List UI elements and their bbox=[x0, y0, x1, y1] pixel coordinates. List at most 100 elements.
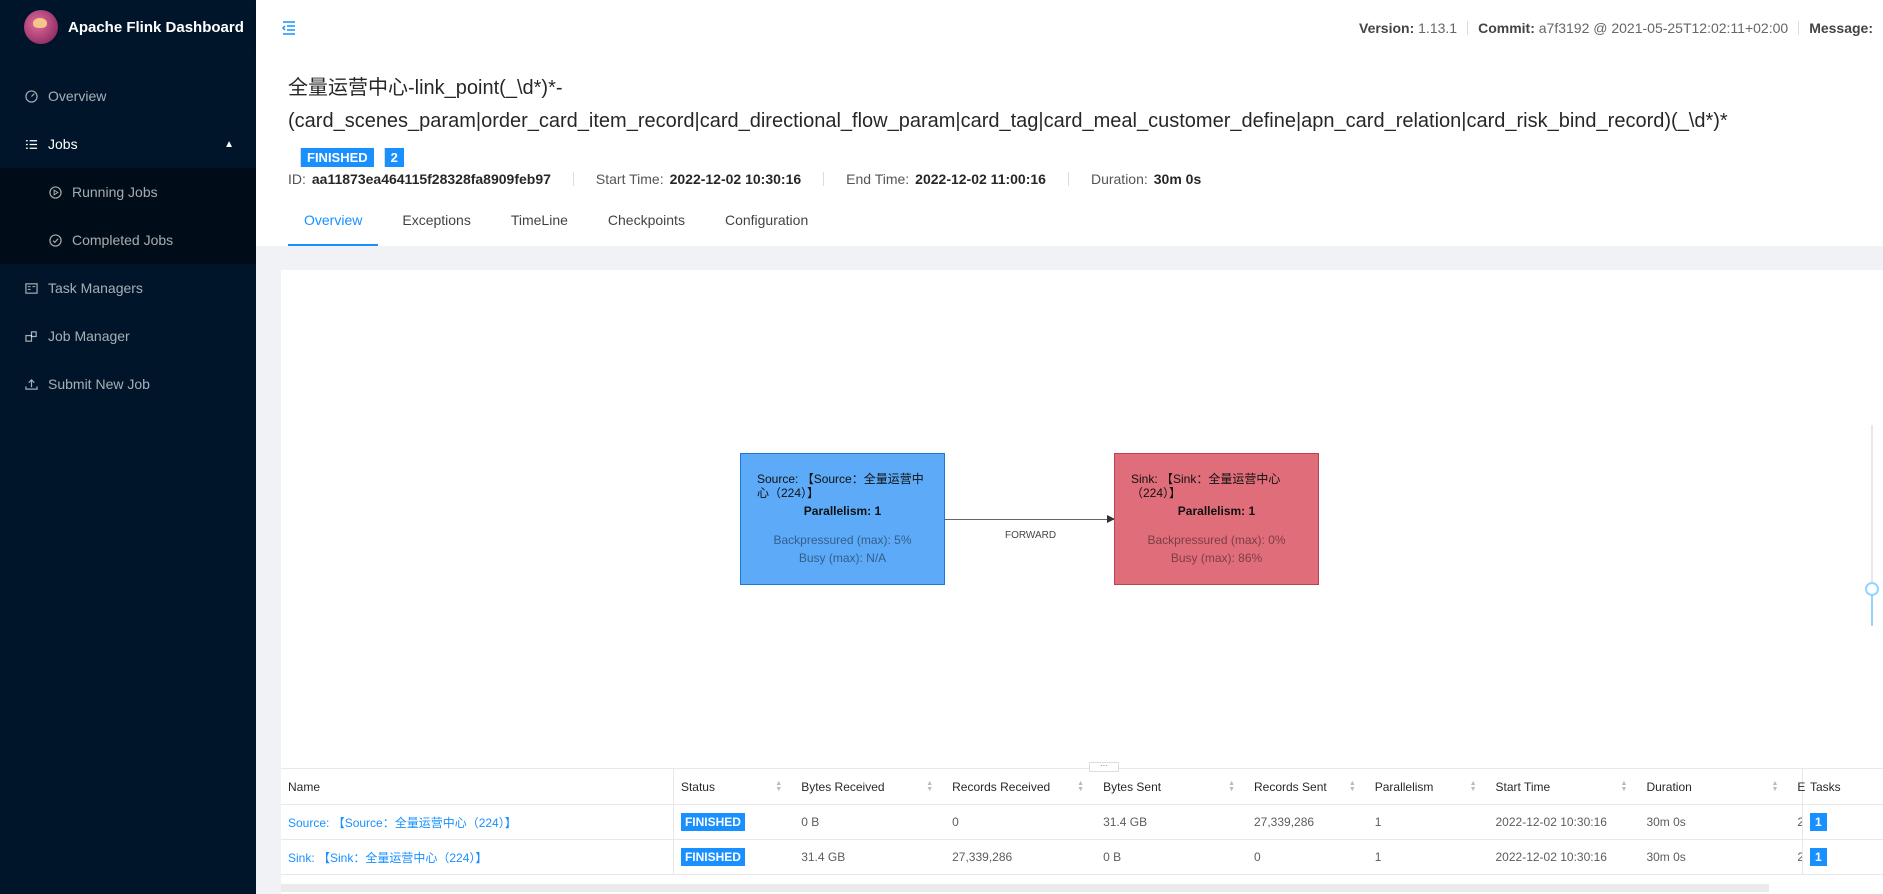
tab-configuration[interactable]: Configuration bbox=[709, 200, 824, 246]
node-parallelism: Parallelism: 1 bbox=[803, 504, 882, 518]
sort-icon[interactable]: ▲ ▼ bbox=[775, 780, 782, 793]
commit-value: a7f3192 @ 2021-05-25T12:02:11+02:00 bbox=[1538, 20, 1789, 36]
tab-timeline[interactable]: TimeLine bbox=[495, 200, 584, 246]
sort-icon[interactable]: ▲ ▼ bbox=[1228, 780, 1235, 793]
col-header-records-sent[interactable]: Records Sent ▲ ▼ bbox=[1247, 768, 1368, 805]
start-time: 2022-12-02 10:30:16 bbox=[1488, 839, 1640, 875]
parallelism: 1 bbox=[1367, 804, 1489, 840]
horizontal-scrollbar[interactable] bbox=[281, 884, 1769, 892]
build-icon bbox=[24, 329, 38, 343]
unordered-list-icon bbox=[24, 137, 38, 151]
tab-exceptions[interactable]: Exceptions bbox=[386, 200, 486, 246]
task-count-badge: 1 bbox=[1809, 813, 1827, 831]
sidebar-item-submit-new-job[interactable]: Submit New Job bbox=[0, 360, 256, 408]
brand[interactable]: Apache Flink Dashboard bbox=[0, 0, 256, 54]
sort-icon[interactable]: ▲ ▼ bbox=[1771, 780, 1778, 793]
bytes-sent: 0 B bbox=[1096, 839, 1247, 875]
sort-icon[interactable]: ▲ ▼ bbox=[1621, 780, 1628, 793]
bytes-received: 31.4 GB bbox=[794, 839, 946, 875]
menu-fold-icon[interactable] bbox=[280, 19, 298, 37]
node-backpressure: Backpressured (max): 5% bbox=[773, 533, 912, 547]
sink-node[interactable]: Sink: 【Sink：全量运营中心（224）】 Parallelism: 1 … bbox=[1114, 453, 1319, 585]
col-header-end-time[interactable]: E bbox=[1790, 768, 1805, 805]
task-count-badge: 1 bbox=[1809, 848, 1827, 866]
start-time: 2022-12-02 10:30:16 bbox=[1488, 804, 1640, 840]
vertex-status: FINISHED bbox=[673, 839, 795, 875]
sidebar-item-label: Completed Jobs bbox=[72, 232, 174, 248]
chevron-up-icon: ▲ bbox=[224, 138, 234, 150]
job-badges: FINISHED 2 bbox=[288, 148, 1883, 167]
col-header-bytes-received[interactable]: Bytes Received ▲ ▼ bbox=[794, 768, 946, 805]
source-node[interactable]: Source: 【Source：全量运营中心（224）】 Parallelism… bbox=[740, 453, 945, 585]
records-received: 0 bbox=[945, 804, 1097, 840]
sidebar-item-task-managers[interactable]: Task Managers bbox=[0, 264, 256, 312]
parallelism: 1 bbox=[1367, 839, 1489, 875]
sort-icon[interactable]: ▲ ▼ bbox=[1349, 780, 1356, 793]
sidebar-item-label: Job Manager bbox=[48, 328, 130, 344]
node-parallelism: Parallelism: 1 bbox=[1177, 504, 1256, 518]
table-row[interactable]: Source: 【Source：全量运营中心（224）】 FINISHED 0 … bbox=[281, 804, 1883, 840]
duration: 30m 0s bbox=[1639, 839, 1791, 875]
start-time-label: Start Time: bbox=[595, 171, 664, 187]
message-label: Message: bbox=[1809, 20, 1873, 36]
sidebar-item-job-manager[interactable]: Job Manager bbox=[0, 312, 256, 360]
records-sent: 0 bbox=[1247, 839, 1368, 875]
sort-icon[interactable]: ▲ ▼ bbox=[926, 780, 933, 793]
col-header-records-received[interactable]: Records Received ▲ ▼ bbox=[945, 768, 1097, 805]
flink-logo-icon bbox=[24, 10, 58, 44]
vertex-name[interactable]: Sink: 【Sink：全量运营中心（224）】 bbox=[281, 839, 674, 875]
duration: 30m 0s bbox=[1153, 171, 1202, 187]
job-tabs: Overview Exceptions TimeLine Checkpoints… bbox=[288, 200, 832, 246]
node-name: Sink: 【Sink：全量运营中心（224）】 bbox=[1131, 472, 1281, 500]
tasks: 1 bbox=[1802, 804, 1883, 840]
vertex-table: ··· Name Status ▲ ▼ Bytes Received ▲ ▼ Recor… bbox=[281, 762, 1883, 894]
sort-icon[interactable]: ▲ ▼ bbox=[1077, 780, 1084, 793]
version-value: 1.13.1 bbox=[1418, 20, 1458, 36]
job-graph-canvas[interactable]: Source: 【Source：全量运营中心（224）】 Parallelism… bbox=[281, 270, 1883, 770]
zoom-slider-handle[interactable] bbox=[1865, 582, 1879, 596]
col-header-duration[interactable]: Duration ▲ ▼ bbox=[1639, 768, 1791, 805]
graph-edge bbox=[945, 519, 1114, 520]
bytes-received: 0 B bbox=[794, 804, 946, 840]
sidebar-item-completed-jobs[interactable]: Completed Jobs bbox=[0, 216, 256, 264]
col-header-tasks[interactable]: Tasks bbox=[1802, 768, 1883, 805]
play-circle-icon bbox=[48, 185, 62, 199]
job-header: 全量运营中心-link_point(_\d*)*-(card_scenes_pa… bbox=[256, 56, 1883, 246]
sidebar-item-jobs[interactable]: Jobs ▲ bbox=[0, 120, 256, 168]
sort-icon[interactable]: ▲ ▼ bbox=[1470, 780, 1477, 793]
col-header-start-time[interactable]: Start Time ▲ ▼ bbox=[1488, 768, 1640, 805]
divider bbox=[1067, 172, 1069, 186]
node-busy: Busy (max): N/A bbox=[798, 551, 887, 565]
divider bbox=[572, 172, 574, 186]
col-header-parallelism[interactable]: Parallelism ▲ ▼ bbox=[1367, 768, 1489, 805]
sidebar-item-label: Overview bbox=[48, 88, 107, 104]
records-sent: 27,339,286 bbox=[1247, 804, 1368, 840]
status-badge: FINISHED bbox=[680, 813, 745, 831]
sidebar-item-running-jobs[interactable]: Running Jobs bbox=[0, 168, 256, 216]
end-time-truncated: 2 bbox=[1790, 839, 1803, 875]
node-backpressure: Backpressured (max): 0% bbox=[1147, 533, 1286, 547]
vertex-name[interactable]: Source: 【Source：全量运营中心（224）】 bbox=[281, 804, 674, 840]
sidebar-item-label: Task Managers bbox=[48, 280, 143, 296]
table-row[interactable]: Sink: 【Sink：全量运营中心（224）】 FINISHED 31.4 G… bbox=[281, 839, 1883, 875]
divider bbox=[823, 172, 825, 186]
col-header-name[interactable]: Name bbox=[281, 768, 674, 805]
end-time-label: End Time: bbox=[846, 171, 910, 187]
tab-checkpoints[interactable]: Checkpoints bbox=[592, 200, 701, 246]
duration-label: Duration: bbox=[1090, 171, 1148, 187]
vertex-table-grid: Name Status ▲ ▼ Bytes Received ▲ ▼ Records R… bbox=[281, 768, 1883, 875]
tab-overview[interactable]: Overview bbox=[288, 200, 379, 246]
jobs-submenu: Running Jobs Completed Jobs bbox=[0, 168, 256, 264]
sidebar-item-overview[interactable]: Overview bbox=[0, 72, 256, 120]
sidebar-item-label: Running Jobs bbox=[72, 184, 158, 200]
job-status-badge: FINISHED bbox=[300, 148, 374, 167]
job-id-label: ID: bbox=[288, 171, 306, 187]
sidebar-item-label: Jobs bbox=[48, 136, 78, 152]
check-circle-icon bbox=[48, 233, 62, 247]
col-header-status[interactable]: Status ▲ ▼ bbox=[673, 768, 795, 805]
job-meta: ID: aa11873ea464115f28328fa8909feb97 Sta… bbox=[288, 171, 1883, 187]
col-header-bytes-sent[interactable]: Bytes Sent ▲ ▼ bbox=[1096, 768, 1247, 805]
job-title: 全量运营中心-link_point(_\d*)*-(card_scenes_pa… bbox=[288, 77, 1728, 132]
end-time: 2022-12-02 11:00:16 bbox=[915, 171, 1046, 187]
end-time-truncated: 2 bbox=[1790, 804, 1803, 840]
